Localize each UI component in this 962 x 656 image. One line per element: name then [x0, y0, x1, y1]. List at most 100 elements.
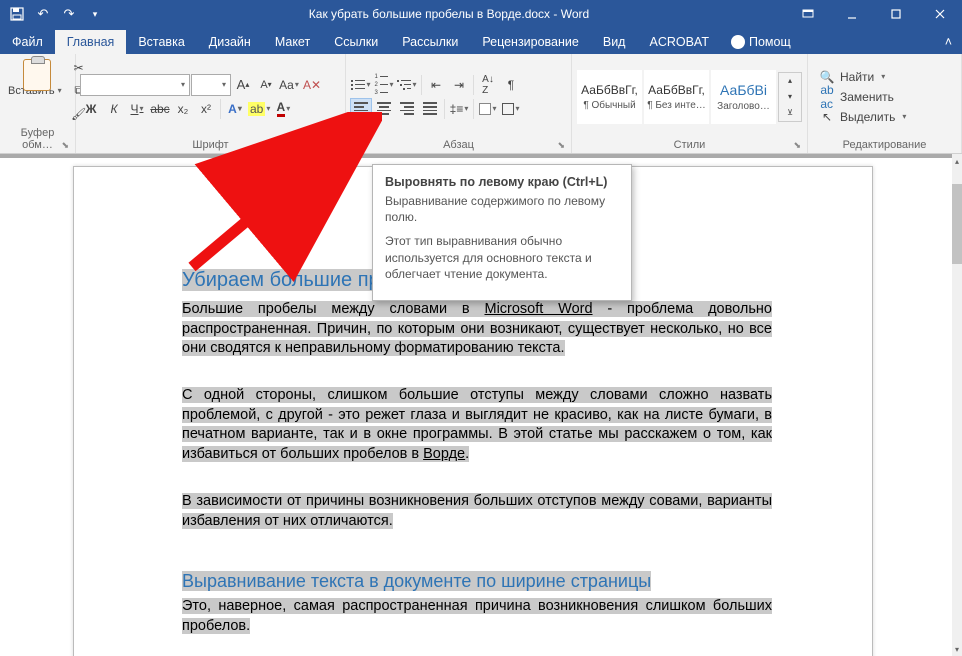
group-clipboard: Вставить▾ ✂ ⧉ 🖌 Буфер обм…⬊: [0, 54, 76, 153]
replace-button[interactable]: abacЗаменить: [818, 88, 951, 106]
tell-me-label: Помощ: [749, 35, 791, 49]
show-marks-icon[interactable]: ¶: [500, 74, 522, 96]
tell-me[interactable]: Помощ: [721, 30, 801, 54]
group-styles-label: Стили: [674, 139, 706, 151]
doc-p2b: .: [465, 446, 469, 462]
change-case-icon[interactable]: Aa▾: [278, 74, 300, 96]
tab-layout[interactable]: Макет: [263, 30, 322, 54]
scroll-thumb[interactable]: [952, 184, 962, 264]
styles-scroll-down-icon[interactable]: ▾: [779, 89, 801, 105]
decrease-indent-icon[interactable]: ⇤: [425, 74, 447, 96]
italic-button[interactable]: К: [103, 98, 125, 120]
scroll-down-icon[interactable]: ▾: [952, 642, 962, 656]
lightbulb-icon: [731, 35, 745, 49]
scroll-up-icon[interactable]: ▴: [952, 154, 962, 168]
title-bar: ↶ ↷ ▾ Как убрать большие пробелы в Ворде…: [0, 0, 962, 28]
borders-icon[interactable]: ▾: [500, 98, 522, 120]
group-paragraph-label: Абзац: [443, 139, 474, 151]
group-editing-label: Редактирование: [843, 139, 927, 151]
group-paragraph: ▾ 123▾ ▾ ⇤ ⇥ A↓Z ¶ ‡≡▾ ▾ ▾: [346, 54, 572, 153]
doc-p3: В зависимости от причины возникновения б…: [182, 493, 772, 529]
tab-home[interactable]: Главная: [55, 30, 127, 54]
tooltip-p2: Этот тип выравнивания обычно используетс…: [385, 233, 619, 282]
tab-file[interactable]: Файл: [0, 30, 55, 54]
align-left-tooltip: Выровнять по левому краю (Ctrl+L) Выравн…: [372, 164, 632, 301]
numbering-icon[interactable]: 123▾: [373, 74, 395, 96]
tab-insert[interactable]: Вставка: [126, 30, 196, 54]
select-button[interactable]: ↖Выделить▾: [818, 108, 951, 126]
ribbon-tabs: Файл Главная Вставка Дизайн Макет Ссылки…: [0, 28, 962, 54]
find-button[interactable]: 🔍Найти▾: [818, 68, 951, 86]
save-icon[interactable]: [6, 3, 28, 25]
align-center-button[interactable]: [373, 98, 395, 120]
multilevel-list-icon[interactable]: ▾: [396, 74, 418, 96]
search-icon: 🔍: [820, 70, 834, 84]
strikethrough-button[interactable]: abc: [149, 98, 171, 120]
grow-font-icon[interactable]: A▴: [232, 74, 254, 96]
style-nospacing[interactable]: АаБбВвГг, ¶ Без инте…: [644, 70, 709, 124]
find-label: Найти: [840, 70, 874, 84]
group-styles: АаБбВвГг, ¶ Обычный АаБбВвГг, ¶ Без инте…: [572, 54, 808, 153]
replace-label: Заменить: [840, 90, 894, 104]
line-spacing-icon[interactable]: ‡≡▾: [448, 98, 470, 120]
qat-more-icon[interactable]: ▾: [84, 3, 106, 25]
tab-references[interactable]: Ссылки: [322, 30, 390, 54]
group-clipboard-label: Буфер обм…: [21, 127, 55, 151]
styles-dialog-icon[interactable]: ⬊: [793, 140, 801, 151]
underline-button[interactable]: Ч▾: [126, 98, 148, 120]
subscript-button[interactable]: x₂: [172, 98, 194, 120]
superscript-button[interactable]: x²: [195, 98, 217, 120]
style-heading1[interactable]: АаБбВі Заголово…: [711, 70, 776, 124]
group-font: ▾ ▾ A▴ A▾ Aa▾ A✕ Ж К Ч▾ abc x₂ x² A▾ ab▾…: [76, 54, 346, 153]
align-justify-button[interactable]: [419, 98, 441, 120]
align-left-button[interactable]: [350, 98, 372, 120]
collapse-ribbon-icon[interactable]: ˄: [935, 30, 962, 54]
tab-review[interactable]: Рецензирование: [470, 30, 591, 54]
doc-heading-1: Убираем большие про: [182, 269, 391, 291]
bold-button[interactable]: Ж: [80, 98, 102, 120]
doc-p2a: С одной стороны, слишком большие отступы…: [182, 387, 772, 462]
increase-indent-icon[interactable]: ⇥: [448, 74, 470, 96]
document-content[interactable]: Убираем большие про Большие пробелы межд…: [182, 267, 772, 636]
style-normal[interactable]: АаБбВвГг, ¶ Обычный: [577, 70, 642, 124]
window-title: Как убрать большие пробелы в Ворде.docx …: [112, 7, 786, 21]
redo-icon[interactable]: ↷: [58, 3, 80, 25]
font-size-combo[interactable]: ▾: [191, 74, 231, 96]
ribbon-options-icon[interactable]: [786, 0, 830, 28]
font-name-combo[interactable]: ▾: [80, 74, 190, 96]
shading-icon[interactable]: ▾: [477, 98, 499, 120]
maximize-icon[interactable]: [874, 0, 918, 28]
highlight-icon[interactable]: ab▾: [247, 98, 271, 120]
vertical-scrollbar[interactable]: ▴ ▾: [952, 154, 962, 656]
sort-icon[interactable]: A↓Z: [477, 74, 499, 96]
group-font-label: Шрифт: [192, 139, 228, 151]
doc-heading-2: Выравнивание текста в документе по ширин…: [182, 571, 651, 591]
tab-view[interactable]: Вид: [591, 30, 638, 54]
close-icon[interactable]: [918, 0, 962, 28]
tooltip-title: Выровнять по левому краю (Ctrl+L): [385, 175, 619, 189]
clipboard-dialog-icon[interactable]: ⬊: [61, 140, 69, 151]
shrink-font-icon[interactable]: A▾: [255, 74, 277, 96]
paste-button[interactable]: Вставить▾: [4, 57, 66, 125]
tab-design[interactable]: Дизайн: [197, 30, 263, 54]
tooltip-p1: Выравнивание содержимого по левому полю.: [385, 193, 619, 225]
font-color-icon[interactable]: A▾: [272, 98, 294, 120]
text-effects-icon[interactable]: A▾: [224, 98, 246, 120]
minimize-icon[interactable]: [830, 0, 874, 28]
clipboard-icon: [23, 59, 51, 91]
styles-scroll-up-icon[interactable]: ▴: [779, 73, 801, 89]
doc-p1a: Большие пробелы между словами в: [182, 301, 484, 317]
ribbon: Вставить▾ ✂ ⧉ 🖌 Буфер обм…⬊ ▾ ▾ A▴ A▾ Aa…: [0, 54, 962, 154]
doc-p1-link: Microsoft Word: [484, 301, 592, 317]
doc-p2-link: Ворде: [423, 446, 465, 462]
tab-acrobat[interactable]: ACROBAT: [637, 30, 721, 54]
cursor-icon: ↖: [820, 110, 834, 124]
styles-more-icon[interactable]: ⊻: [779, 105, 801, 121]
font-dialog-icon[interactable]: ⬊: [331, 140, 339, 151]
bullets-icon[interactable]: ▾: [350, 74, 372, 96]
tab-mailings[interactable]: Рассылки: [390, 30, 470, 54]
paragraph-dialog-icon[interactable]: ⬊: [557, 140, 565, 151]
undo-icon[interactable]: ↶: [32, 3, 54, 25]
align-right-button[interactable]: [396, 98, 418, 120]
clear-formatting-icon[interactable]: A✕: [301, 74, 323, 96]
